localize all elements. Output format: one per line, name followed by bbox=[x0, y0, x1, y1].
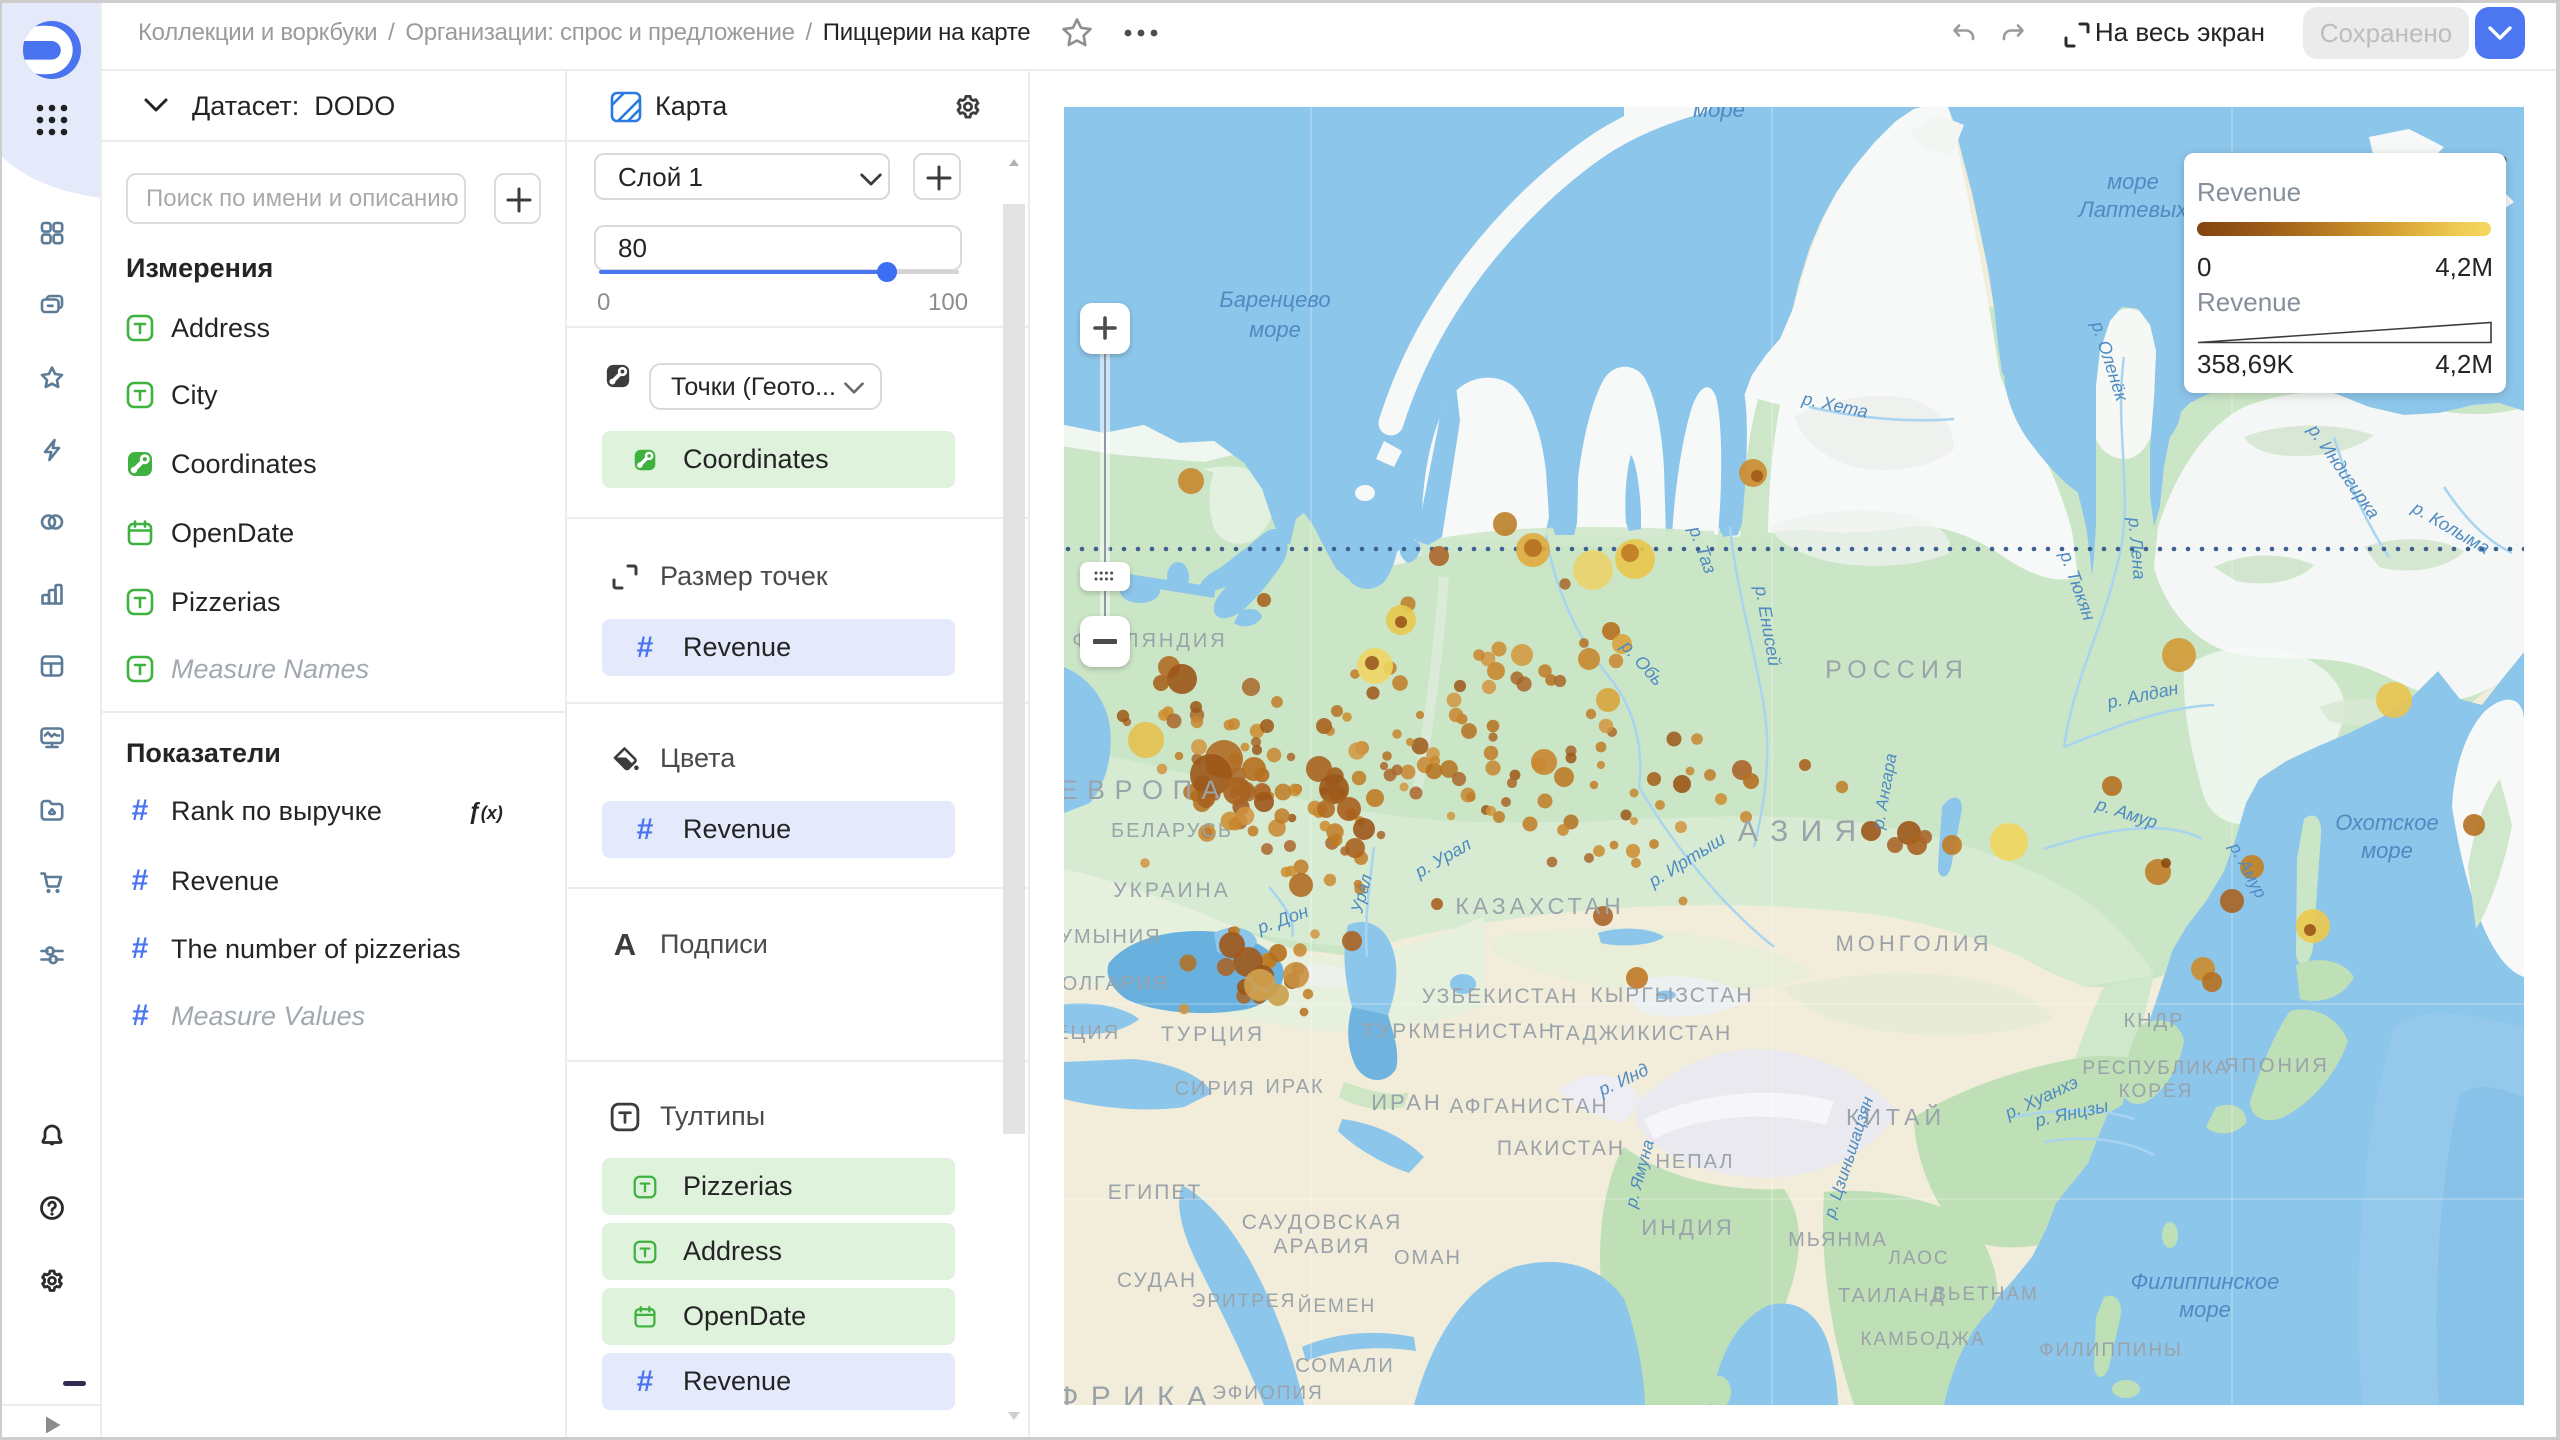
svg-text:КАЗАХСТАН: КАЗАХСТАН bbox=[1455, 893, 1624, 919]
svg-text:ЭФИОПИЯ: ЭФИОПИЯ bbox=[1212, 1383, 1324, 1404]
svg-text:КЫРГЫЗСТАН: КЫРГЫЗСТАН bbox=[1590, 984, 1753, 1007]
svg-text:ЙЕМЕН: ЙЕМЕН bbox=[1298, 1295, 1377, 1317]
svg-text:ЛАОС: ЛАОС bbox=[1888, 1248, 1949, 1269]
svg-text:НЕПАЛ: НЕПАЛ bbox=[1655, 1151, 1734, 1173]
svg-text:ЕГИПЕТ: ЕГИПЕТ bbox=[1108, 1181, 1202, 1204]
svg-text:РОССИЯ: РОССИЯ bbox=[1825, 656, 1969, 684]
svg-text:ЯПОНИЯ: ЯПОНИЯ bbox=[2224, 1055, 2330, 1077]
svg-text:ЭРИТРЕЯ: ЭРИТРЕЯ bbox=[1192, 1291, 1297, 1312]
svg-text:ТУРКМЕНИСТАН: ТУРКМЕНИСТАН bbox=[1362, 1020, 1556, 1043]
svg-text:РУМЫНИЯ: РУМЫНИЯ bbox=[1064, 926, 1162, 948]
svg-text:море: море bbox=[1249, 317, 1301, 342]
svg-text:РЕЦИЯ: РЕЦИЯ bbox=[1064, 1022, 1120, 1044]
svg-text:АРАВИЯ: АРАВИЯ bbox=[1274, 1235, 1371, 1258]
svg-text:Е В Р О П А: Е В Р О П А bbox=[1064, 775, 1220, 805]
svg-text:БОЛГАРИЯ: БОЛГАРИЯ bbox=[1064, 973, 1169, 995]
svg-text:КОРЕЯ: КОРЕЯ bbox=[2119, 1081, 2194, 1102]
svg-text:море: море bbox=[2361, 838, 2413, 863]
svg-text:море: море bbox=[1693, 107, 1745, 122]
svg-text:УКРАИНА: УКРАИНА bbox=[1113, 879, 1230, 902]
svg-text:КАМБОДЖА: КАМБОДЖА bbox=[1860, 1329, 1985, 1350]
svg-text:Филиппинское: Филиппинское bbox=[2131, 1269, 2280, 1294]
svg-text:ОМАН: ОМАН bbox=[1394, 1247, 1462, 1269]
svg-text:САУДОВСКАЯ: САУДОВСКАЯ bbox=[1242, 1211, 1403, 1234]
svg-text:АФГАНИСТАН: АФГАНИСТАН bbox=[1449, 1095, 1608, 1118]
svg-text:Охотское: Охотское bbox=[2335, 810, 2439, 835]
svg-text:ТАДЖИКИСТАН: ТАДЖИКИСТАН bbox=[1552, 1022, 1733, 1045]
svg-text:Баренцево: Баренцево bbox=[1219, 287, 1330, 312]
svg-text:СУДАН: СУДАН bbox=[1117, 1269, 1197, 1292]
svg-text:МЬЯНМА: МЬЯНМА bbox=[1788, 1229, 1888, 1251]
svg-text:А З И Я: А З И Я bbox=[1738, 815, 1858, 848]
svg-text:А Ф Р И К А: А Ф Р И К А bbox=[1064, 1381, 1209, 1405]
svg-text:КНДР: КНДР bbox=[2124, 1010, 2185, 1032]
svg-text:МОНГОЛИЯ: МОНГОЛИЯ bbox=[1835, 931, 1992, 956]
svg-text:ФИЛИППИНЫ: ФИЛИППИНЫ bbox=[2039, 1340, 2183, 1361]
svg-text:БЕЛАРУСЬ: БЕЛАРУСЬ bbox=[1111, 820, 1233, 842]
svg-text:СОМАЛИ: СОМАЛИ bbox=[1295, 1355, 1395, 1377]
svg-text:ИНДИЯ: ИНДИЯ bbox=[1641, 1215, 1734, 1240]
svg-text:УЗБЕКИСТАН: УЗБЕКИСТАН bbox=[1422, 985, 1578, 1008]
svg-text:РЕСПУБЛИКА: РЕСПУБЛИКА bbox=[2082, 1058, 2229, 1079]
svg-text:ТУРЦИЯ: ТУРЦИЯ bbox=[1161, 1023, 1265, 1046]
svg-text:ПАКИСТАН: ПАКИСТАН bbox=[1497, 1137, 1625, 1160]
svg-text:СИРИЯ: СИРИЯ bbox=[1175, 1078, 1256, 1100]
svg-text:ИРАК: ИРАК bbox=[1265, 1076, 1324, 1098]
svg-text:ТАИЛАНД: ТАИЛАНД bbox=[1838, 1285, 1946, 1307]
svg-text:ИРАН: ИРАН bbox=[1371, 1090, 1443, 1115]
svg-text:море: море bbox=[2179, 1297, 2231, 1322]
svg-text:море: море bbox=[2107, 169, 2159, 194]
svg-text:Лаптевых: Лаптевых bbox=[2077, 197, 2188, 222]
svg-text:ВЬЕТНАМ: ВЬЕТНАМ bbox=[1933, 1284, 2039, 1305]
